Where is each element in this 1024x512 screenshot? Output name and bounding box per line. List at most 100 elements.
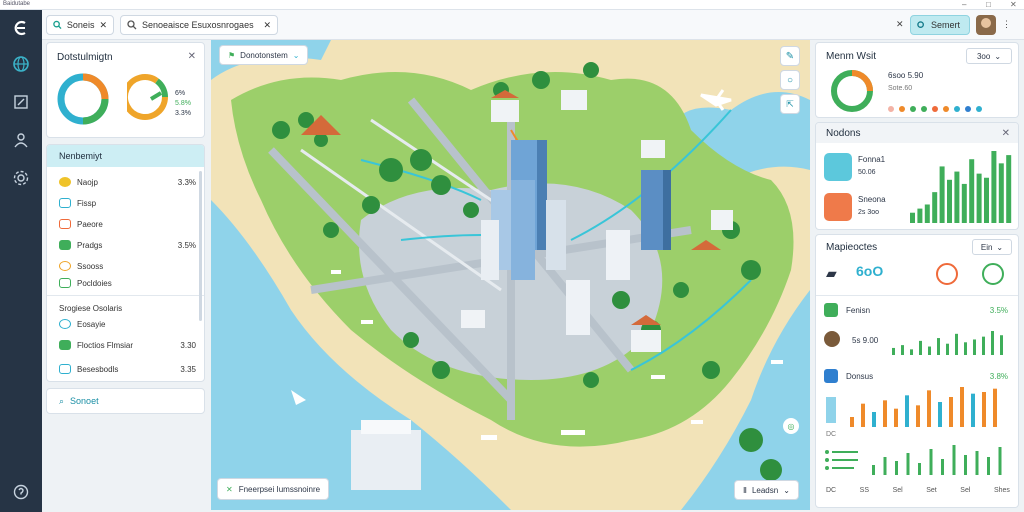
axis-label: Sel: [960, 487, 971, 494]
chart-bar: [938, 402, 942, 427]
chart-bar: [901, 345, 904, 355]
minimize-button[interactable]: –: [962, 0, 966, 9]
tab-search[interactable]: Soneis ✕: [46, 15, 114, 35]
close-icon[interactable]: ✕: [896, 19, 904, 30]
chart-bar: [895, 461, 898, 475]
avatar[interactable]: [976, 15, 996, 35]
scrollbar[interactable]: [199, 171, 202, 321]
model-thumbnail-icon[interactable]: [824, 153, 852, 181]
chart-bar: [976, 173, 982, 223]
location-chip[interactable]: ⚑ Donotonstem ⌄: [219, 45, 309, 65]
globe-icon[interactable]: [11, 54, 31, 74]
locate-icon[interactable]: ◎: [783, 418, 799, 434]
search-input[interactable]: Senoeaisce Esuxosnrogaes ✕: [120, 15, 278, 35]
period-dropdown[interactable]: 3oo ⌄: [966, 48, 1012, 64]
timer-icon[interactable]: [936, 263, 958, 285]
model-value: 50.06: [858, 169, 876, 176]
search-button[interactable]: Semert: [910, 15, 970, 35]
maximize-button[interactable]: □: [986, 0, 991, 9]
list-item[interactable]: Fissp: [59, 196, 196, 210]
zoom-label: Leadsn: [751, 485, 779, 495]
model-thumbnail-icon[interactable]: [824, 193, 852, 221]
summary-sub: Sote.60: [888, 85, 913, 92]
list-item[interactable]: Srogiese Osolaris: [59, 301, 196, 315]
layer-icon: [59, 219, 71, 229]
legend-dots: [888, 99, 987, 117]
kebab-menu-icon[interactable]: ⋮: [1002, 19, 1011, 30]
target-icon[interactable]: [982, 263, 1004, 285]
filter-dropdown[interactable]: Ein ⌄: [972, 239, 1012, 255]
tab-close-icon[interactable]: ✕: [99, 20, 107, 31]
chevron-down-icon: ⌄: [994, 51, 1002, 61]
pencil-icon[interactable]: ✎: [780, 46, 800, 66]
chart-bar: [971, 393, 975, 427]
legend-icon: [825, 450, 858, 470]
chart-bar: [937, 338, 940, 355]
logo-icon[interactable]: [11, 18, 31, 38]
pin-icon: ⚑: [228, 50, 236, 60]
chart-bar: [973, 339, 976, 355]
chart-bar: [954, 171, 960, 223]
row-sub: 5s 9.00: [852, 336, 879, 345]
search-clear-icon[interactable]: ✕: [263, 20, 271, 31]
list-item[interactable]: Eosayie: [59, 317, 196, 331]
settings-icon[interactable]: [11, 168, 31, 188]
list-item[interactable]: Pocldoies: [59, 276, 196, 290]
axis-label: DC: [826, 487, 837, 494]
section-header: Nenbemiyt: [59, 151, 103, 161]
list-item-value: 3.5%: [177, 240, 196, 250]
chart-bar: [883, 457, 887, 475]
layers-chip[interactable]: ✕ Fneerpsei Iumssnoinre: [217, 478, 330, 500]
truck-icon[interactable]: ▰: [826, 265, 837, 282]
chart-bar: [905, 395, 909, 427]
list-item[interactable]: Naojp 3.3%: [59, 175, 196, 189]
search-button-label: Semert: [931, 20, 961, 30]
chart-bar: [861, 403, 865, 427]
chart-bar: [949, 397, 953, 427]
layers-icon[interactable]: [11, 92, 31, 112]
legend-swatch: [826, 397, 836, 423]
search-icon[interactable]: ○: [780, 70, 800, 90]
list-item[interactable]: Pradgs 3.5%: [59, 238, 196, 252]
chart-bar: [993, 388, 997, 427]
row-label: Fenisn: [846, 306, 871, 315]
list-item[interactable]: Floctios Flmsiar 3.30: [59, 338, 196, 352]
close-window-button[interactable]: ✕: [1010, 0, 1017, 9]
chart-bar: [941, 459, 944, 475]
axis-label: DC: [826, 431, 837, 438]
list-item[interactable]: Ssooss: [59, 259, 196, 273]
model-label: Sneona: [858, 195, 886, 204]
list-item-label: Naojp: [77, 177, 98, 187]
chart-bar: [987, 457, 990, 475]
zoom-select[interactable]: Ⅱ Leadsn ⌄: [734, 480, 799, 500]
chart-bar: [918, 463, 921, 475]
layer-icon: [59, 364, 71, 374]
footer-button[interactable]: ⌕ Sonoet: [46, 388, 205, 414]
chevron-down-icon: ⌄: [292, 50, 300, 60]
chevron-down-icon: ⌄: [783, 485, 790, 495]
summary-numbers: 6soo 5.90: [888, 71, 924, 80]
chart-bar: [927, 390, 931, 427]
model-value: 2s 3oo: [858, 209, 880, 216]
search-icon: [53, 20, 62, 30]
layer-icon: [59, 340, 71, 350]
help-icon[interactable]: [11, 482, 31, 502]
chart-bar: [991, 151, 997, 223]
layer-icon: [59, 240, 71, 250]
chart-bar: [850, 417, 854, 427]
list-item-value: 3.3%: [177, 177, 196, 187]
chart-bar: [961, 183, 967, 223]
list-item[interactable]: Besesbodls 3.35: [59, 362, 196, 376]
chart-bar: [1000, 335, 1003, 355]
close-icon[interactable]: ✕: [1002, 128, 1010, 139]
list-item[interactable]: Paeore: [59, 217, 196, 231]
close-icon[interactable]: ✕: [188, 51, 196, 62]
isometric-city-map: [211, 40, 810, 510]
location-chip-label: Donotonstem: [240, 50, 288, 60]
chart-bar: [906, 453, 910, 475]
export-icon[interactable]: ⇱: [780, 94, 800, 114]
map-canvas[interactable]: ⚑ Donotonstem ⌄ ✎ ○ ⇱ ◎ ✕ Fneerpsei Iums…: [211, 40, 810, 510]
chart-bar: [982, 392, 986, 427]
user-icon[interactable]: [11, 130, 31, 150]
panel-title: Nodons: [826, 128, 861, 139]
